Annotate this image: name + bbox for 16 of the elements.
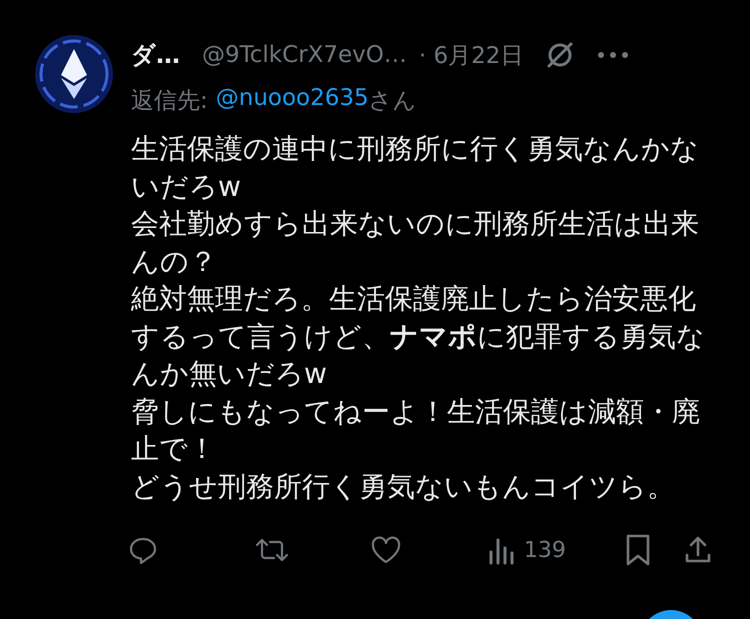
display-name[interactable]: ダ… bbox=[131, 39, 180, 71]
slashed-circle-icon[interactable] bbox=[545, 40, 576, 70]
post-text-line: どうせ刑務所行く勇気ないもんコイツら。 bbox=[131, 468, 676, 504]
user-handle[interactable]: @9TclkCrX7evO… bbox=[202, 42, 407, 68]
post-date[interactable]: · 6月22日 bbox=[418, 40, 524, 70]
mention-link[interactable]: @nuooo2635 bbox=[216, 85, 369, 116]
post-text-line: 会社勤めすら出来ないのに刑務所生活は出来んの？ bbox=[131, 206, 700, 280]
avatar[interactable] bbox=[35, 35, 113, 113]
more-icon[interactable] bbox=[597, 51, 630, 59]
post-text-line: 脅しにもなってねーよ！生活保護は減額・廃止で！ bbox=[131, 394, 701, 467]
honorific-suffix: さん bbox=[368, 87, 417, 116]
views-button[interactable]: 139 bbox=[488, 535, 624, 565]
post-text-line: 生活保護の連中に刑務所に行く勇気なんかないだろw bbox=[131, 131, 700, 204]
share-icon[interactable] bbox=[683, 535, 714, 565]
reply-to-label: 返信先: bbox=[131, 87, 208, 116]
post-text-line: 絶対無理だろ。生活保護廃止したら治安悪化するって言うけど、ナマポに犯罪する勇気なんか無いだろw bbox=[131, 281, 706, 392]
